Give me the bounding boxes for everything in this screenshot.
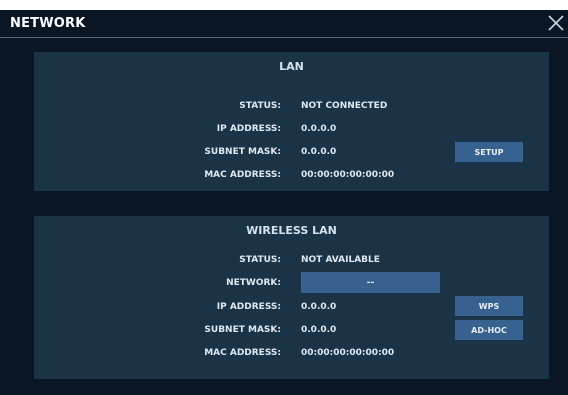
lan-status-value: NOT CONNECTED <box>301 101 388 111</box>
wlan-status-value: NOT AVAILABLE <box>301 255 380 265</box>
wps-button[interactable]: WPS <box>455 296 523 316</box>
wlan-subnet-value: 0.0.0.0 <box>301 325 337 335</box>
lan-ip-value: 0.0.0.0 <box>301 124 337 134</box>
ad-hoc-button[interactable]: AD-HOC <box>455 320 523 340</box>
wlan-status-label: STATUS: <box>239 255 281 265</box>
dialog-title: NETWORK <box>10 16 86 31</box>
lan-subnet-label: SUBNET MASK: <box>204 147 281 157</box>
setup-button[interactable]: SETUP <box>455 142 523 162</box>
lan-status-label: STATUS: <box>239 101 281 111</box>
lan-subnet-value: 0.0.0.0 <box>301 147 337 157</box>
close-icon[interactable] <box>547 14 565 32</box>
wlan-subnet-label: SUBNET MASK: <box>204 325 281 335</box>
lan-ip-label: IP ADDRESS: <box>216 124 281 134</box>
wlan-ip-value: 0.0.0.0 <box>301 302 337 312</box>
wlan-mac-value: 00:00:00:00:00:00 <box>301 348 395 358</box>
wlan-mac-label: MAC ADDRESS: <box>204 348 281 358</box>
lan-title: LAN <box>279 60 304 73</box>
wlan-ip-label: IP ADDRESS: <box>216 302 281 312</box>
lan-panel: LAN STATUS: NOT CONNECTED IP ADDRESS: 0.… <box>34 52 549 191</box>
lan-mac-label: MAC ADDRESS: <box>204 170 281 180</box>
lan-mac-value: 00:00:00:00:00:00 <box>301 170 395 180</box>
wireless-lan-panel: WIRELESS LAN STATUS: NOT AVAILABLE NETWO… <box>34 216 549 379</box>
title-bar: NETWORK <box>0 10 568 38</box>
network-dialog: NETWORK LAN STATUS: NOT CONNECTED IP ADD… <box>0 10 568 395</box>
wlan-network-label: NETWORK: <box>226 278 281 288</box>
network-select[interactable]: -- <box>301 272 440 293</box>
wlan-title: WIRELESS LAN <box>246 224 337 237</box>
